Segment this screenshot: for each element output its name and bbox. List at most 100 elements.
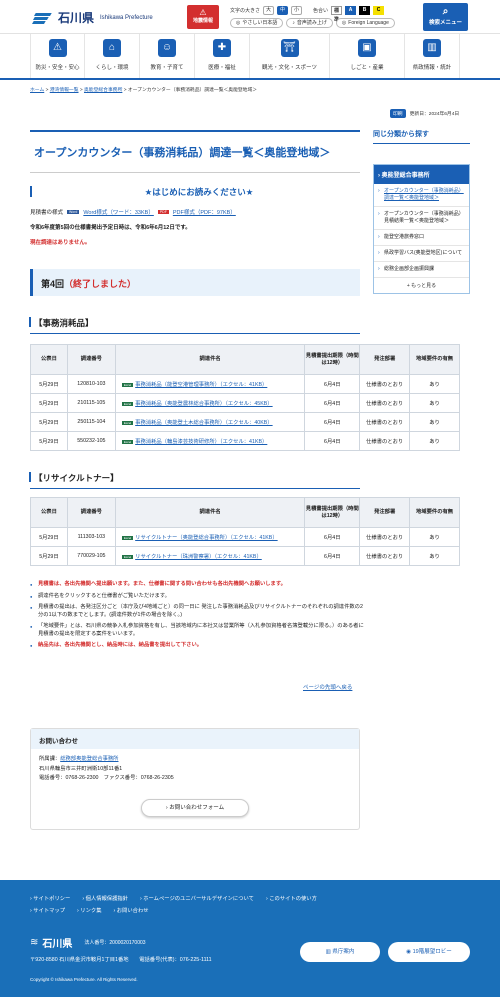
foreign-language-button[interactable]: ◎ Foreign Language — [335, 18, 395, 28]
footer-link[interactable]: リンク集 — [77, 905, 101, 917]
table-cell: 仕様書のとおり — [359, 393, 411, 413]
footer-link[interactable]: 個人情報保護指針 — [82, 893, 128, 905]
office-guide-button[interactable]: ▥ 県庁案内 — [300, 942, 380, 962]
schedule-notice: 令和6年度第5回の仕様書掲出予定日時は、令和6年6月12日です。 — [30, 225, 191, 231]
table-cell: あり — [409, 431, 460, 451]
sidebar-item-planning[interactable]: 総務企画部企画振興課 — [374, 262, 469, 278]
table-row: 5月29日 111303-103 Excel リサイクルトナー（奥能登総合事務所）（エ… — [30, 527, 460, 547]
sidebar-item-bus[interactable]: 県政学習バス(奥能登地区)について — [374, 246, 469, 262]
table-cell: 6月4日 — [304, 393, 361, 413]
table-cell: あり — [409, 546, 460, 566]
table-cell: 111303-103 — [66, 527, 116, 547]
breadcrumb-port[interactable]: 港湾情報一覧 — [50, 88, 79, 93]
inquiry-form-button[interactable]: › お問い合わせフォーム — [141, 799, 249, 817]
procurement-link[interactable]: 事務消耗品（輪島漆芸技術研修所）（エクセル：41KB） — [135, 439, 267, 445]
footer-link[interactable]: サイトポリシー — [30, 893, 70, 905]
color-standard-button[interactable]: 標準 — [331, 5, 343, 23]
procurement-link[interactable]: 事務消耗品（奥能登農林総合事務所）（エクセル：45KB） — [135, 401, 272, 407]
breadcrumb-home[interactable]: ホーム — [30, 88, 44, 93]
table-cell: 仕様書のとおり — [359, 374, 411, 394]
procurement-link[interactable]: リサイクルトナー（珠洲警察署）（エクセル：41KB） — [135, 554, 262, 560]
easy-japanese-button[interactable]: ◎ やさしい日本語 — [230, 18, 284, 28]
sidebar-title: 同じ分類から探す — [373, 127, 470, 144]
gnav-item-statistics[interactable]: ▥ 県政情報・統計 — [405, 34, 460, 78]
sidebar: 同じ分類から探す › 奥能登総合事務所 オープンカウンター（事務消耗品）調達一覧… — [373, 127, 470, 294]
gnav-item-tourism[interactable]: ⛩ 観光・文化・スポーツ — [250, 34, 330, 78]
procurement-link[interactable]: リサイクルトナー（奥能登総合事務所）（エクセル：41KB） — [135, 535, 277, 541]
voice-reader-button[interactable]: ♪ 音声読み上げ — [286, 18, 333, 28]
gnav-item-medical[interactable]: ✚ 医療・福祉 — [195, 34, 250, 78]
font-size-label: 文字の大きさ — [230, 7, 261, 14]
site-footer: サイトポリシー 個人情報保護指針 ホームページのユニバーサルデザインについて こ… — [0, 880, 500, 997]
table-cell: あり — [409, 393, 460, 413]
table-row: 5月29日 210115-105 Excel 事務消耗品（奥能登農林総合事務所）（エク… — [30, 393, 460, 413]
font-size-medium-button[interactable]: 中 — [277, 5, 289, 15]
procurement-name-cell: Excel 事務消耗品（能登空港管理事務所）（エクセル：41KB） — [114, 374, 306, 394]
sidebar-item-passport[interactable]: 能登空港旅券窓口 — [374, 230, 469, 246]
search-menu-button[interactable]: ⌕ 検索メニュー — [423, 3, 468, 31]
logo-text-ja: 石川県 — [58, 11, 95, 25]
table-cell: 5月29日 — [30, 527, 68, 547]
table-row: 5月29日 120810-103 Excel 事務消耗品（能登空港管理事務所）（エクセ… — [30, 374, 460, 394]
font-size-large-button[interactable]: 大 — [263, 5, 275, 15]
print-button[interactable]: 印刷 — [390, 109, 406, 118]
table-cell: 仕様書のとおり — [359, 412, 411, 432]
procurement-link[interactable]: 事務消耗品（能登空港管理事務所）（エクセル：41KB） — [135, 382, 267, 388]
table-header-row: 公表日 調達番号 調達件名 見積書提出期限（時間は12時） 発注部署 地域要件の… — [30, 344, 460, 375]
sidebar-more-button[interactable]: + もっと見る — [374, 278, 469, 293]
gnav-item-life[interactable]: ⌂ くらし・環境 — [85, 34, 140, 78]
site-logo[interactable]: 石川県 Ishikawa Prefecture — [32, 9, 153, 26]
pdf-form-link[interactable]: PDF様式（PDF：97KB） — [173, 208, 236, 216]
excel-file-icon: Excel — [121, 555, 134, 559]
estimate-forms: 見積書の様式 Word Word様式（ワード：33KB） PDF PDF様式（P… — [30, 208, 236, 216]
gnav-item-education[interactable]: ☺ 教育・子育て — [140, 34, 195, 78]
color-a-button[interactable]: A — [345, 5, 357, 15]
table-cell: 6月4日 — [304, 412, 361, 432]
footer-link[interactable]: サイトマップ — [30, 905, 65, 917]
accessibility-tools: 文字の大きさ 大 中 小 色合い 標準 A B C ◎やさしい日本語 ♪音声読み… — [230, 5, 412, 31]
note-item: 「地域要件」とは、石川県の競争入札参加資格を有し、当該地域内に本社又は営業所等（… — [30, 623, 368, 638]
table-cell: 仕様書のとおり — [359, 431, 411, 451]
inquiry-address: 石川県輪島市三井町洲衛10部11番1 — [39, 765, 123, 772]
page-top-link[interactable]: ページの先頭へ戻る — [303, 683, 352, 691]
gnav-item-safety[interactable]: ⚠ 防災・安全・安心 — [30, 34, 85, 78]
logo-mark-icon — [32, 11, 54, 25]
procurement-name-cell: Excel 事務消耗品（奥能登土木総合事務所）（エクセル：40KB） — [114, 412, 306, 432]
section-office-supplies: 【事務消耗品】 — [29, 317, 360, 334]
table-cell: 770029-105 — [66, 546, 116, 566]
table-header-row: 公表日 調達番号 調達件名 見積書提出期限（時間は12時） 発注部署 地域要件の… — [30, 497, 460, 528]
sidebar-item-results[interactable]: オープンカウンター（事務消耗品）見積結果一覧＜奥能登地域＞ — [374, 207, 469, 230]
table-cell: 5月29日 — [30, 374, 68, 394]
color-b-button[interactable]: B — [359, 5, 371, 15]
footer-link[interactable]: ホームページのユニバーサルデザインについて — [140, 893, 254, 905]
observation-lobby-button[interactable]: ◉ 19階展望ロビー — [388, 942, 470, 962]
notes-list: 見積書は、各出先機関へ提出願います。また、仕様書に関する問い合わせも各出先機関へ… — [30, 581, 368, 654]
excel-file-icon: Excel — [121, 536, 134, 540]
procurement-link[interactable]: 事務消耗品（奥能登土木総合事務所）（エクセル：40KB） — [135, 420, 272, 426]
footer-link[interactable]: お問い合わせ — [114, 905, 149, 917]
section-recycle-toner: 【リサイクルトナー】 — [29, 472, 360, 489]
page-title: オープンカウンター（事務消耗品）調達一覧＜奥能登地域＞ — [30, 130, 360, 173]
table-cell: 仕様書のとおり — [359, 546, 411, 566]
disaster-info-button[interactable]: ⚠ 地震情報 — [187, 5, 219, 29]
inquiry-dept-link[interactable]: 総務部奥能登総合事務所 — [60, 756, 118, 762]
breadcrumb-office[interactable]: 奥能登総合事務所 — [84, 88, 122, 93]
note-item: 納品先は、各出先機関とし、納品時には、納品書を提出して下さい。 — [30, 642, 368, 650]
site-header: 石川県 Ishikawa Prefecture ⚠ 地震情報 文字の大きさ 大 … — [0, 0, 500, 34]
word-form-link[interactable]: Word様式（ワード：33KB） — [83, 208, 154, 216]
inquiry-heading: お問い合わせ — [31, 729, 359, 749]
building-icon: ⛩ — [280, 39, 299, 57]
color-c-button[interactable]: C — [373, 5, 385, 15]
factory-icon: ▣ — [358, 39, 376, 57]
excel-file-icon: Excel — [121, 421, 134, 425]
sidebar-head[interactable]: › 奥能登総合事務所 — [374, 165, 469, 184]
font-size-small-button[interactable]: 小 — [291, 5, 303, 15]
sidebar-box: › 奥能登総合事務所 オープンカウンター（事務消耗品）調達一覧＜奥能登地域＞ オ… — [373, 164, 470, 294]
note-item: 調達件名をクリックすると仕様書がご覧いただけます。 — [30, 593, 368, 601]
footer-link[interactable]: このサイトの使い方 — [266, 893, 317, 905]
copyright: Copyright © Ishikawa Prefecture. All Rig… — [30, 977, 138, 982]
global-nav: ⚠ 防災・安全・安心 ⌂ くらし・環境 ☺ 教育・子育て ✚ 医療・福祉 ⛩ 観光・文化・… — [0, 34, 500, 80]
gnav-item-work[interactable]: ▣ しごと・産業 — [330, 34, 405, 78]
sidebar-item-current[interactable]: オープンカウンター（事務消耗品）調達一覧＜奥能登地域＞ — [374, 184, 469, 207]
inquiry-phone: 電話番号：0768-26-2300 ファクス番号：0768-26-2305 — [39, 775, 174, 781]
